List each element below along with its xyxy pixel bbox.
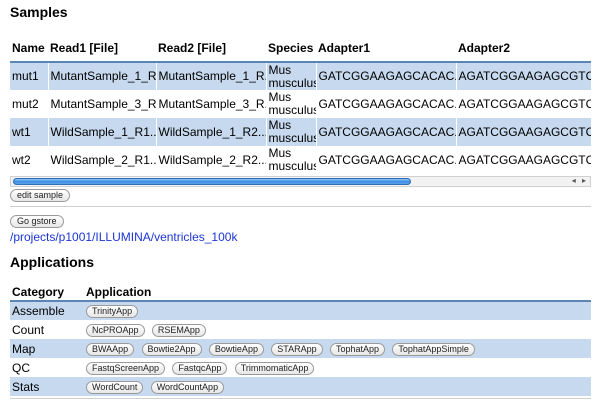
divider [10, 398, 591, 399]
sample-species-cell[interactable]: Mus musculus [266, 146, 317, 174]
sample-read2-cell[interactable]: WildSample_2_R2... [156, 146, 267, 174]
samples-table-container: Name Read1 [File] Read2 [File] Species A… [10, 34, 591, 176]
sample-adapter2-cell[interactable]: AGATCGGAAGAGCGTC... [456, 90, 591, 118]
app-button-fastqc[interactable]: FastqcApp [172, 361, 228, 375]
sample-read2-cell[interactable]: MutantSample_3_R... [156, 90, 267, 118]
applications-table-container: Category Application Assemble TrinityApp… [10, 283, 591, 396]
divider [10, 206, 591, 207]
edit-sample-button[interactable]: edit sample [10, 189, 71, 202]
column-header-adapter1[interactable]: Adapter1 [316, 34, 456, 63]
app-buttons-cell: BWAApp Bowtie2App BowtieApp STARApp Toph… [84, 339, 591, 358]
app-button-wordcount[interactable]: WordCount [86, 380, 144, 394]
app-buttons-cell: NcPROApp RSEMApp [84, 320, 591, 339]
column-header-category: Category [10, 283, 84, 302]
column-header-name[interactable]: Name [10, 34, 48, 63]
column-header-species[interactable]: Species [266, 34, 316, 63]
app-buttons-cell: WordCount WordCountApp [84, 377, 591, 396]
app-button-ncpro[interactable]: NcPROApp [86, 323, 145, 337]
sample-read2-cell[interactable]: WildSample_1_R2... [156, 118, 267, 146]
sample-adapter1-cell[interactable]: GATCGGAAGAGCACAC... [316, 118, 457, 146]
sample-adapter2-cell[interactable]: AGATCGGAAGAGCGTC... [456, 146, 591, 174]
scrollbar-thumb[interactable] [13, 178, 411, 185]
sample-read1-cell[interactable]: WildSample_1_R1... [48, 118, 157, 146]
column-header-read2[interactable]: Read2 [File] [156, 34, 266, 63]
sample-row[interactable]: wt1 WildSample_1_R1... WildSample_1_R2..… [10, 118, 591, 146]
applications-table: Category Application Assemble TrinityApp… [10, 283, 591, 396]
app-buttons-cell: FastqScreenApp FastqcApp TrimmomaticApp [84, 358, 591, 377]
category-label: Map [10, 339, 84, 358]
sample-adapter1-cell[interactable]: GATCGGAAGAGCACAC... [316, 62, 457, 90]
sample-adapter2-cell[interactable]: AGATCGGAAGAGCGTC... [456, 62, 591, 90]
samples-header-row: Name Read1 [File] Read2 [File] Species A… [10, 34, 591, 63]
app-button-fastqscreen[interactable]: FastqScreenApp [86, 361, 166, 375]
category-label: Assemble [10, 301, 84, 320]
column-header-adapter2[interactable]: Adapter2 [456, 34, 591, 63]
applications-heading: Applications [10, 254, 95, 270]
category-label: Count [12, 322, 45, 337]
category-label: Stats [10, 377, 84, 396]
sample-row[interactable]: mut1 MutantSample_1_R... MutantSample_1_… [10, 62, 591, 90]
sample-read1-cell[interactable]: MutantSample_1_R... [48, 62, 157, 90]
app-button-bowtie2[interactable]: Bowtie2App [141, 342, 202, 356]
sample-adapter1-cell[interactable]: GATCGGAAGAGCACAC... [316, 90, 457, 118]
sample-name-cell[interactable]: mut1 [10, 62, 49, 90]
sample-adapter1-cell[interactable]: GATCGGAAGAGCACAC... [316, 146, 457, 174]
sample-species-cell[interactable]: Mus musculus [266, 118, 317, 146]
sample-name-cell[interactable]: mut2 [10, 90, 49, 118]
application-row: Map BWAApp Bowtie2App BowtieApp STARApp … [10, 339, 591, 358]
scroll-arrows-icon[interactable]: ◂ ▸ [572, 176, 588, 185]
app-buttons-cell: TrinityApp [84, 301, 591, 320]
application-row: Count NcPROApp RSEMApp [10, 320, 591, 339]
sample-species-cell[interactable]: Mus musculus [266, 90, 317, 118]
app-button-rsem[interactable]: RSEMApp [151, 323, 206, 337]
column-header-application: Application [84, 283, 591, 302]
app-button-wordcountapp[interactable]: WordCountApp [150, 380, 225, 394]
sample-read2-cell[interactable]: MutantSample_1_R... [156, 62, 267, 90]
sample-row[interactable]: wt2 WildSample_2_R1... WildSample_2_R2..… [10, 146, 591, 174]
sample-adapter2-cell[interactable]: AGATCGGAAGAGCGTC... [456, 118, 591, 146]
horizontal-scrollbar[interactable]: ◂ ▸ [10, 176, 591, 187]
app-button-bwa[interactable]: BWAApp [86, 342, 135, 356]
sample-read1-cell[interactable]: WildSample_2_R1... [48, 146, 157, 174]
go-gstore-button[interactable]: Go gstore [10, 215, 64, 228]
app-button-tophat[interactable]: TophatApp [330, 342, 386, 356]
app-button-star[interactable]: STARApp [271, 342, 323, 356]
application-row: QC FastqScreenApp FastqcApp TrimmomaticA… [10, 358, 591, 377]
app-button-tophat-simple[interactable]: TophatAppSimple [392, 342, 475, 356]
column-header-read1[interactable]: Read1 [File] [48, 34, 156, 63]
samples-table: Name Read1 [File] Read2 [File] Species A… [10, 34, 591, 174]
sample-species-cell[interactable]: Mus musculus [266, 62, 317, 90]
application-row: Stats WordCount WordCountApp [10, 377, 591, 396]
samples-heading: Samples [10, 4, 68, 20]
category-label: QC [12, 360, 30, 375]
application-row: Assemble TrinityApp [10, 301, 591, 320]
gstore-path-link[interactable]: /projects/p1001/ILLUMINA/ventricles_100k [10, 230, 237, 244]
sample-read1-cell[interactable]: MutantSample_3_R... [48, 90, 157, 118]
applications-header-row: Category Application [10, 283, 591, 302]
sample-row[interactable]: mut2 MutantSample_3_R... MutantSample_3_… [10, 90, 591, 118]
app-button-trinity[interactable]: TrinityApp [86, 305, 139, 319]
app-button-trimmomatic[interactable]: TrimmomaticApp [234, 361, 315, 375]
app-button-bowtie[interactable]: BowtieApp [208, 342, 264, 356]
sample-name-cell[interactable]: wt1 [10, 118, 49, 146]
sample-name-cell[interactable]: wt2 [10, 146, 49, 174]
